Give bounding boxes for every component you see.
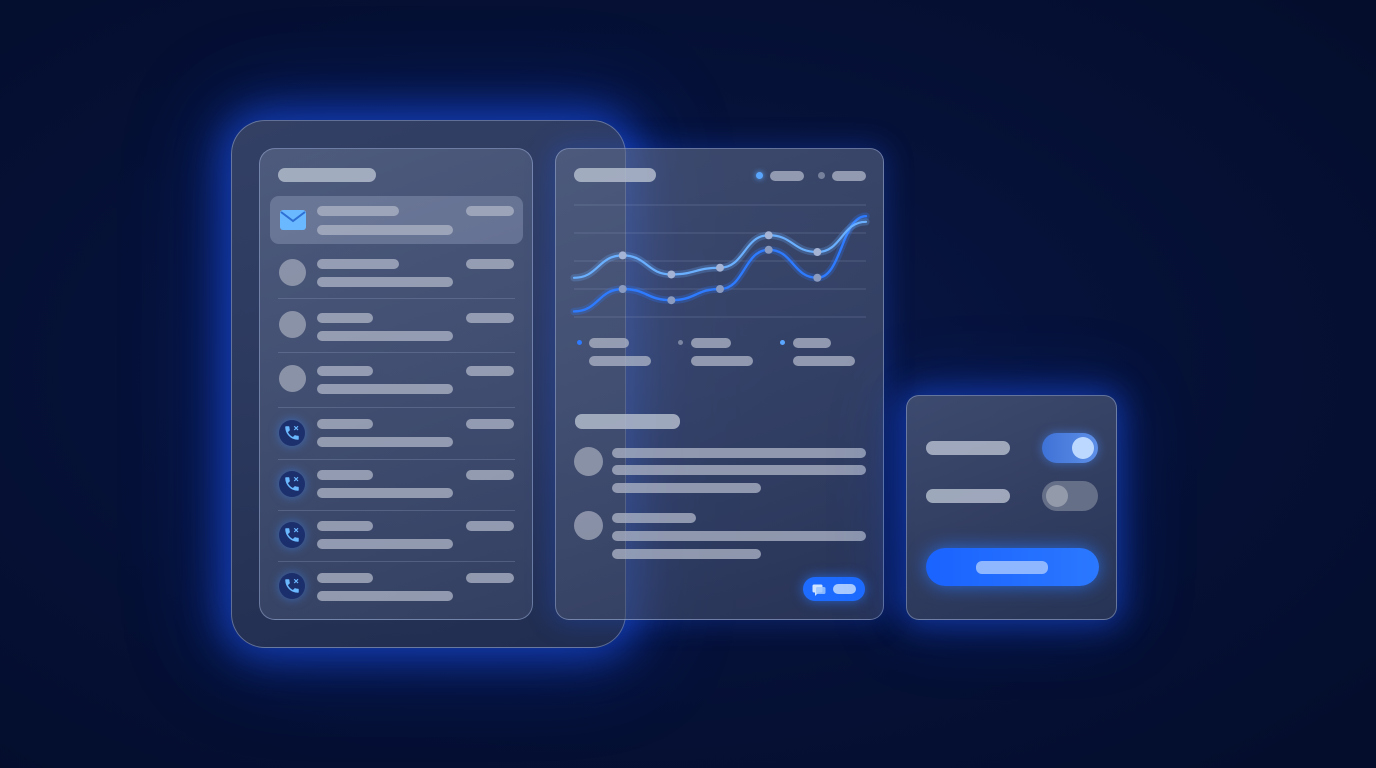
toggle-knob [1046, 485, 1068, 507]
list-item[interactable] [270, 247, 523, 297]
primary-action-button-label [976, 561, 1048, 574]
line-chart [570, 204, 870, 318]
avatar [279, 365, 306, 392]
chart-point[interactable] [813, 273, 822, 282]
divider [278, 407, 515, 408]
legend-dot-active [756, 172, 763, 179]
list-item-time [466, 521, 514, 531]
list-item-time [466, 470, 514, 480]
list-item-title [317, 521, 373, 531]
message-line [612, 549, 761, 559]
avatar [279, 259, 306, 286]
stat-dot [577, 340, 582, 345]
avatar [279, 311, 306, 338]
divider [278, 298, 515, 299]
chart-point[interactable] [764, 231, 773, 240]
legend-label[interactable] [770, 171, 804, 181]
section-heading [575, 414, 680, 429]
list-header-title [278, 168, 376, 182]
stat-label [793, 338, 831, 348]
list-item-time [466, 573, 514, 583]
chart-point[interactable] [618, 251, 627, 260]
divider [278, 510, 515, 511]
list-item-title [317, 366, 373, 376]
phone-icon [279, 522, 305, 548]
divider [278, 561, 515, 562]
envelope-icon [279, 209, 307, 235]
primary-action-button[interactable] [926, 548, 1099, 586]
reply-button-label [833, 584, 856, 594]
toggle-knob [1072, 437, 1094, 459]
stat-dot [678, 340, 683, 345]
list-item-title [317, 419, 373, 429]
chart-point[interactable] [716, 263, 724, 272]
list-item-call[interactable] [270, 512, 523, 560]
reply-button[interactable] [803, 577, 865, 601]
chart-point[interactable] [667, 270, 676, 279]
list-item-title [317, 259, 399, 269]
list-item-title [317, 313, 373, 323]
stat-value [589, 356, 651, 366]
list-item-call[interactable] [270, 563, 523, 611]
message-line [612, 448, 866, 458]
stat-value [691, 356, 753, 366]
message-line [612, 513, 696, 523]
list-item-title [317, 470, 373, 480]
chart-point[interactable] [716, 285, 724, 293]
setting-label [926, 441, 1010, 455]
list-item-subtitle [317, 539, 453, 549]
panel-title [574, 168, 656, 182]
stat-value [793, 356, 855, 366]
chat-bubble-icon [812, 582, 826, 601]
message-line [612, 465, 866, 475]
divider [278, 459, 515, 460]
stat-dot [780, 340, 785, 345]
message-line [612, 531, 866, 541]
avatar [574, 447, 603, 476]
phone-icon [279, 420, 305, 446]
list-item-time [466, 313, 514, 323]
message-list-card [259, 148, 533, 620]
divider [278, 352, 515, 353]
setting-toggle-on[interactable] [1042, 433, 1098, 463]
chart-point[interactable] [764, 245, 773, 254]
chart-point[interactable] [813, 248, 822, 257]
avatar [574, 511, 603, 540]
list-item-title [317, 573, 373, 583]
legend-dot-inactive [818, 172, 825, 179]
list-item[interactable] [270, 301, 523, 351]
setting-label [926, 489, 1010, 503]
message-line [612, 483, 761, 493]
list-item-subtitle [317, 437, 453, 447]
phone-icon [279, 471, 305, 497]
analytics-panel [555, 148, 884, 620]
list-item-subtitle [317, 384, 453, 394]
list-item-subtitle [317, 277, 453, 287]
chart-point[interactable] [618, 285, 627, 293]
list-item-time [466, 259, 514, 269]
phone-icon [279, 573, 305, 599]
message-item[interactable] [574, 445, 869, 500]
stat-label [589, 338, 629, 348]
chart-point[interactable] [667, 296, 676, 305]
list-item-call[interactable] [270, 410, 523, 458]
list-item[interactable] [270, 354, 523, 404]
list-item-selected[interactable] [270, 196, 523, 244]
list-item-time [466, 366, 514, 376]
list-item-time [466, 206, 514, 216]
stat-label [691, 338, 731, 348]
message-item[interactable] [574, 509, 869, 564]
settings-panel [906, 395, 1117, 620]
list-item-subtitle [317, 331, 453, 341]
list-item-time [466, 419, 514, 429]
legend-label[interactable] [832, 171, 866, 181]
setting-toggle-off[interactable] [1042, 481, 1098, 511]
list-item-subtitle [317, 225, 453, 235]
list-item-title [317, 206, 399, 216]
list-item-subtitle [317, 488, 453, 498]
list-item-subtitle [317, 591, 453, 601]
list-item-call[interactable] [270, 461, 523, 509]
